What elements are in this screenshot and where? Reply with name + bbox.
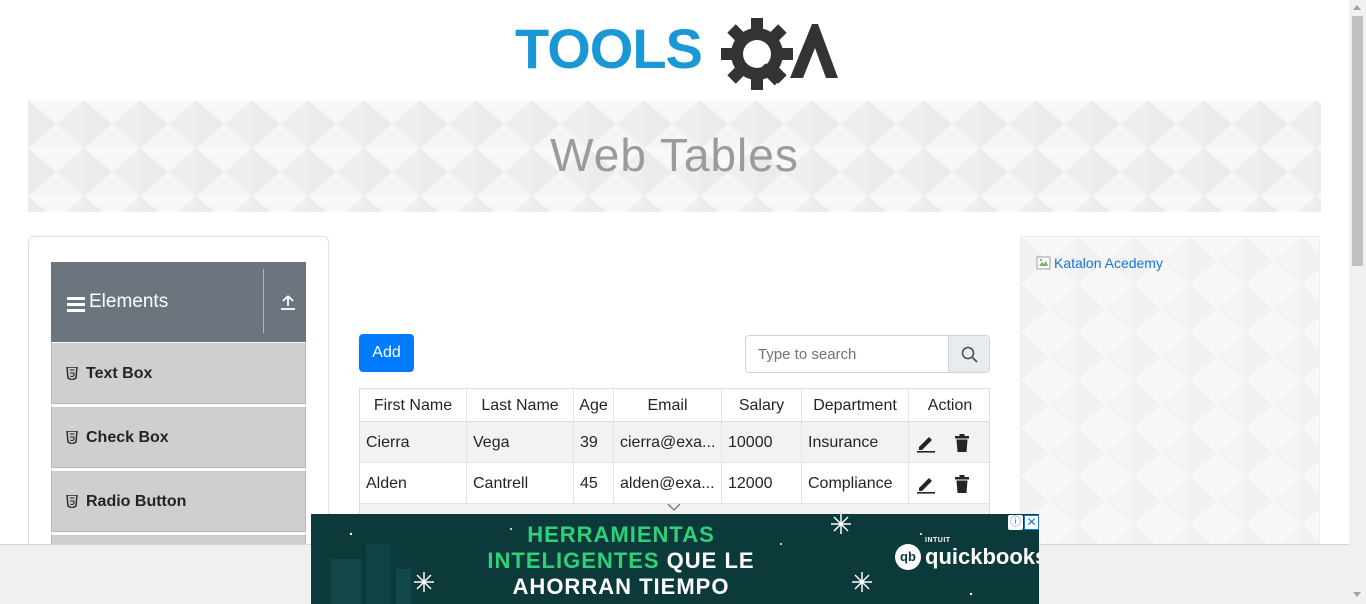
- sidebar-item-label: Text Box: [86, 365, 153, 382]
- image-alt-text: Katalon Acedemy: [1054, 255, 1163, 271]
- html5-icon: [66, 431, 78, 444]
- scroll-up-arrow-icon[interactable]: [1353, 5, 1361, 10]
- page: TOOLS Web Tables Elements Text Box Check…: [0, 0, 1366, 604]
- ad-line-2-green: INTELIGENTES: [487, 548, 660, 573]
- column-header-action[interactable]: Action: [909, 389, 989, 421]
- column-header-first-name[interactable]: First Name: [360, 389, 467, 421]
- trash-icon[interactable]: [952, 474, 972, 494]
- table-header: First Name Last Name Age Email Salary De…: [360, 389, 989, 422]
- sidebar-item-label: Radio Button: [86, 493, 187, 510]
- ad-line-2-white: QUE LE: [659, 548, 755, 573]
- toolsqa-logo[interactable]: TOOLS: [515, 14, 840, 92]
- ad-line-3: AHORRAN TIEMPO: [512, 574, 730, 599]
- pencil-icon[interactable]: [916, 433, 936, 453]
- sidebar-item-label: Check Box: [86, 429, 169, 446]
- cell-last-name: Cantrell: [467, 463, 574, 503]
- hamburger-icon: [67, 297, 85, 312]
- cell-first-name: Alden: [360, 463, 467, 503]
- column-header-last-name[interactable]: Last Name: [467, 389, 574, 421]
- column-header-salary[interactable]: Salary: [722, 389, 802, 421]
- page-scrollbar[interactable]: [1349, 0, 1366, 604]
- ad-close-icon[interactable]: ✕: [1024, 515, 1039, 530]
- cell-action: [909, 422, 989, 462]
- cell-salary: 12000: [722, 463, 802, 503]
- quickbooks-logo-icon: qb: [895, 544, 921, 570]
- search-input[interactable]: [746, 336, 949, 372]
- page-title: Web Tables: [550, 129, 799, 181]
- cell-action: [909, 463, 989, 503]
- panel-pattern: [1021, 237, 1319, 555]
- html5-icon: [66, 495, 78, 508]
- elements-group-header[interactable]: Elements: [51, 262, 306, 342]
- ad-brand-text: quickbooks: [925, 544, 1039, 569]
- cell-last-name: Vega: [467, 422, 574, 462]
- left-panel: Elements Text Box Check Box Radio Button: [28, 236, 329, 566]
- column-header-email[interactable]: Email: [614, 389, 722, 421]
- cell-salary: 10000: [722, 422, 802, 462]
- gear-icon: [721, 18, 793, 90]
- sidebar-item-text-box[interactable]: Text Box: [51, 342, 306, 404]
- katalon-image[interactable]: Katalon Acedemy: [1036, 255, 1163, 271]
- group-title: Elements: [89, 291, 169, 312]
- sidebar-item-check-box[interactable]: Check Box: [51, 406, 306, 468]
- sidebar-item-radio-button[interactable]: Radio Button: [51, 470, 306, 532]
- web-table: First Name Last Name Age Email Salary De…: [359, 388, 990, 518]
- table-row: Alden Cantrell 45 alden@exa... 12000 Com…: [360, 463, 989, 504]
- html5-icon: [66, 367, 78, 380]
- search-box: [745, 335, 990, 373]
- upload-icon[interactable]: [279, 294, 297, 312]
- cell-department: Compliance: [802, 463, 909, 503]
- ad-info-icon[interactable]: ⓘ: [1008, 515, 1023, 530]
- cell-email: cierra@exa...: [614, 422, 722, 462]
- trash-icon[interactable]: [952, 433, 972, 453]
- logo-text-tools: TOOLS: [515, 17, 702, 80]
- ad-brand: qb INTUIT quickbooks: [895, 537, 1039, 570]
- search-button[interactable]: [949, 336, 989, 372]
- table-row: Cierra Vega 39 cierra@exa... 10000 Insur…: [360, 422, 989, 463]
- scroll-thumb[interactable]: [1352, 16, 1363, 266]
- cell-age: 39: [574, 422, 614, 462]
- ad-line-2: INTELIGENTES QUE LE: [411, 548, 831, 574]
- column-header-age[interactable]: Age: [574, 389, 614, 421]
- broken-image-icon: [1036, 256, 1051, 270]
- cell-email: alden@exa...: [614, 463, 722, 503]
- ad-line-1: HERRAMIENTAS: [527, 522, 715, 547]
- ad-brand-small: INTUIT: [925, 537, 951, 544]
- magnifier-icon: [961, 346, 978, 363]
- add-button[interactable]: Add: [359, 334, 414, 372]
- header-divider: [263, 269, 264, 333]
- column-header-department[interactable]: Department: [802, 389, 909, 421]
- right-ad-panel: Katalon Acedemy: [1020, 236, 1320, 556]
- scroll-down-arrow-icon[interactable]: [1353, 592, 1361, 597]
- cell-department: Insurance: [802, 422, 909, 462]
- pencil-icon[interactable]: [916, 474, 936, 494]
- logo-letter-a: [790, 24, 838, 78]
- chevron-down-icon[interactable]: [667, 503, 681, 512]
- quickbooks-ad[interactable]: HERRAMIENTAS INTELIGENTES QUE LE AHORRAN…: [311, 514, 1039, 604]
- cell-first-name: Cierra: [360, 422, 467, 462]
- cell-age: 45: [574, 463, 614, 503]
- logo-graphic: TOOLS: [515, 17, 838, 90]
